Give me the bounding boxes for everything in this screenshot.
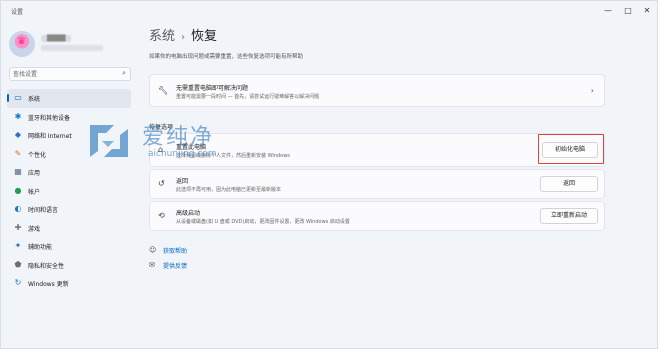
close-button[interactable]: ✕ (638, 4, 656, 18)
sidebar-item-5[interactable]: ● 帐户 (7, 182, 131, 201)
go-back-button[interactable]: 返回 (540, 176, 598, 192)
shield-icon: ⬟ (14, 259, 22, 269)
sidebar-item-label: 个性化 (28, 151, 47, 159)
page-title: 系统 › 恢复 (149, 25, 217, 44)
sidebar-item-label: 游戏 (28, 225, 41, 233)
sidebar-item-3[interactable]: ✎ 个性化 (7, 145, 131, 164)
advanced-startup-subtitle: 从设备或磁盘(如 U 盘或 DVD)启动，更改固件设置，更改 Windows 启… (176, 219, 350, 225)
globe-clock-icon: ◐ (14, 204, 22, 213)
fix-problems-card[interactable]: 🔧︎ 无需重置电脑即可解决问题 重置可能需要一段时间 — 首先，请尝试运行疑难解… (149, 74, 605, 107)
sidebar-item-4[interactable]: ▦ 应用 (7, 163, 131, 182)
sidebar-item-1[interactable]: ✱ 蓝牙和其他设备 (7, 108, 131, 127)
user-email (41, 45, 103, 51)
user-name: ████ (41, 35, 72, 42)
bluetooth-icon: ✱ (14, 111, 22, 121)
maximize-button[interactable]: □ (619, 4, 637, 18)
wifi-icon: ◆ (14, 130, 22, 139)
go-back-title: 返回 (176, 178, 189, 185)
search-icon[interactable]: ⌕ (122, 69, 126, 78)
advanced-startup-icon: ⟲ (158, 211, 165, 220)
sidebar-item-0[interactable]: ▭ 系统 (7, 89, 131, 108)
go-back-card: ↺ 返回 此选项不再可用，因为此电脑已更新至最新版本 返回 (149, 169, 605, 199)
sidebar-item-label: 蓝牙和其他设备 (28, 114, 71, 122)
get-help-label[interactable]: 获取帮助 (163, 246, 187, 255)
advanced-startup-title: 高级启动 (176, 210, 201, 217)
search-input[interactable] (13, 69, 113, 79)
person-icon: ● (14, 185, 22, 195)
history-icon: ↺ (158, 179, 165, 188)
reset-pc-subtitle: 选择保留或删除个人文件，然后重新安装 Windows (176, 153, 290, 159)
update-icon: ↻ (14, 278, 22, 287)
reset-pc-title: 重置此电脑 (176, 144, 207, 151)
give-feedback-label[interactable]: 提供反馈 (163, 261, 187, 270)
recovery-options-label: 恢复选项 (149, 124, 174, 131)
user-profile[interactable]: ♛ ████ (9, 31, 129, 59)
fix-card-title: 无需重置电脑即可解决问题 (176, 85, 249, 92)
sidebar-item-10[interactable]: ↻ Windows 更新 (7, 274, 131, 293)
reset-pc-icon: ⌂ (158, 145, 164, 154)
sidebar-item-8[interactable]: ✦ 辅助功能 (7, 237, 131, 256)
sidebar-item-label: 网络和 Internet (28, 133, 72, 140)
sidebar-item-label: 应用 (28, 170, 41, 177)
fix-card-subtitle: 重置可能需要一段时间 — 首先，请尝试运行疑难解答以解决问题 (176, 94, 320, 100)
sidebar-item-label: 帐户 (28, 188, 41, 196)
sidebar-item-2[interactable]: ◆ 网络和 Internet (7, 126, 131, 145)
wrench-icon: 🔧︎ (158, 86, 169, 95)
sidebar-item-9[interactable]: ⬟ 隐私和安全性 (7, 256, 131, 275)
active-indicator (7, 94, 9, 102)
restart-now-button[interactable]: 立即重新启动 (540, 208, 598, 224)
sidebar-nav: ▭ 系统 ✱ 蓝牙和其他设备 ◆ 网络和 Internet ✎ 个性化 ▦ 应用 ● 帐户 ◐ 时间和语言… (7, 89, 131, 293)
help-icon: ☺ (149, 246, 157, 254)
sidebar-item-label: 系统 (28, 96, 41, 103)
avatar-crown-icon: ♛ (17, 36, 26, 47)
app-title: 设置 (11, 9, 24, 16)
search-box[interactable]: ⌕ (9, 67, 131, 81)
title-bar: 设置 — □ ✕ (1, 1, 657, 25)
gamepad-icon: ✚ (14, 222, 22, 232)
sidebar-item-label: Windows 更新 (28, 281, 69, 288)
reset-pc-card: ⌂ 重置此电脑 选择保留或删除个人文件，然后重新安装 Windows 初始化电脑 (149, 133, 605, 167)
breadcrumb-separator: › (181, 32, 186, 43)
sidebar-item-6[interactable]: ◐ 时间和语言 (7, 200, 131, 219)
accessibility-icon: ✦ (14, 241, 22, 250)
chevron-right-icon: › (590, 86, 594, 95)
minimize-button[interactable]: — (599, 4, 617, 18)
breadcrumb-current: 恢复 (191, 29, 218, 44)
sidebar-item-label: 隐私和安全性 (28, 262, 65, 270)
brush-icon: ✎ (14, 148, 22, 158)
page-description: 如果你的电脑出现问题或需要重置，这些恢复选项可能有所帮助 (149, 54, 304, 60)
breadcrumb-parent[interactable]: 系统 (149, 29, 175, 44)
apps-icon: ▦ (14, 167, 22, 176)
monitor-icon: ▭ (14, 93, 22, 102)
feedback-icon: ✉ (149, 261, 155, 269)
sidebar-item-label: 时间和语言 (28, 207, 59, 214)
settings-window: 设置 — □ ✕ ♛ ████ ⌕ ▭ 系统 ✱ 蓝牙和其他设备 ◆ 网络和 Intern… (0, 0, 658, 349)
advanced-startup-card: ⟲ 高级启动 从设备或磁盘(如 U 盘或 DVD)启动，更改固件设置，更改 Wi… (149, 201, 605, 231)
go-back-subtitle: 此选项不再可用，因为此电脑已更新至最新版本 (176, 187, 282, 193)
sidebar-item-label: 辅助功能 (28, 244, 53, 251)
highlight-box (538, 134, 604, 164)
sidebar-item-7[interactable]: ✚ 游戏 (7, 219, 131, 238)
